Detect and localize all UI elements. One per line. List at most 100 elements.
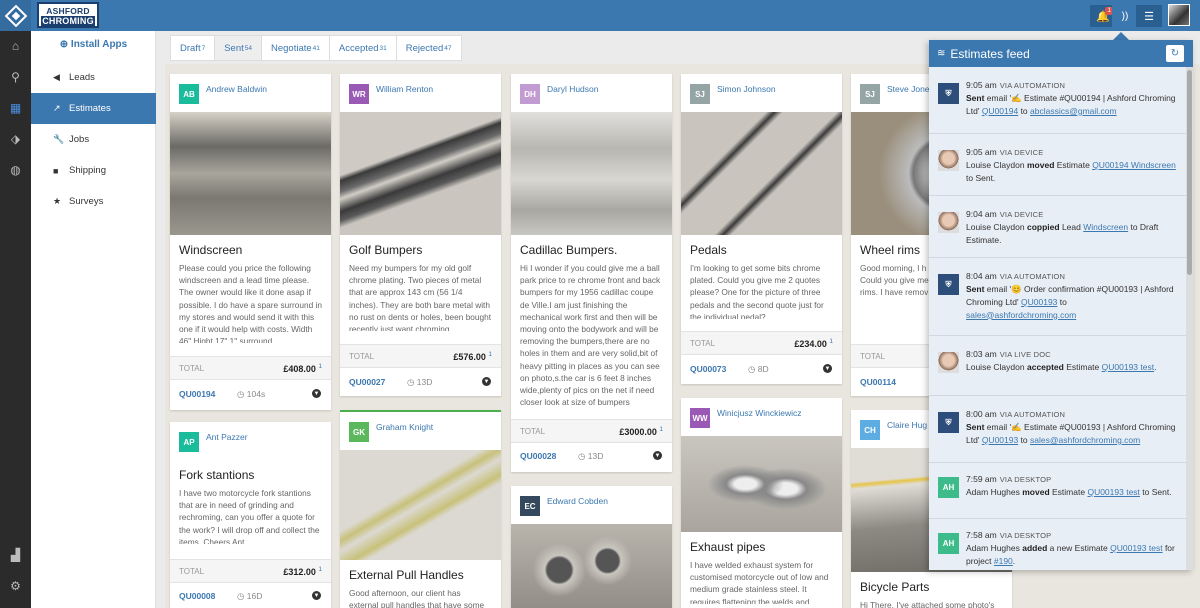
- install-apps-link[interactable]: ⊕ Install Apps: [31, 39, 156, 50]
- sidebar-item-label: Surveys: [69, 196, 104, 207]
- entry-link[interactable]: QU00193 test: [1110, 543, 1162, 553]
- via-label: VIA LIVE DOC: [999, 350, 1051, 359]
- user-avatar: AH: [938, 477, 959, 498]
- customer-name[interactable]: Ant Pazzer: [206, 432, 248, 442]
- time-value: 8:03 am: [966, 349, 997, 359]
- card-title: Exhaust pipes: [690, 540, 766, 554]
- tab-rejected[interactable]: Rejected 47: [396, 35, 462, 61]
- time-value: 8:00 am: [966, 409, 997, 419]
- estimate-card[interactable]: WR William Renton Golf Bumpers Need my b…: [340, 74, 501, 396]
- quote-ref-link[interactable]: QU00073: [690, 364, 748, 374]
- feed-scrollbar-thumb[interactable]: [1187, 70, 1192, 275]
- quote-ref-link[interactable]: QU00028: [520, 451, 578, 461]
- chevron-down-icon[interactable]: ▼: [823, 364, 832, 373]
- home-icon[interactable]: ⌂: [0, 31, 31, 61]
- card-photo: [511, 524, 672, 608]
- card-description: I'm looking to get some bits chrome plat…: [690, 263, 824, 319]
- sidebar-item-leads[interactable]: ◀ Leads: [31, 62, 156, 93]
- tags-icon[interactable]: ⬗: [0, 124, 31, 154]
- via-label: VIA DESKTOP: [999, 475, 1052, 484]
- customer-name[interactable]: Graham Knight: [376, 422, 433, 432]
- customer-name[interactable]: Daryl Hudson: [547, 84, 599, 94]
- customer-name[interactable]: Andrew Baldwin: [206, 84, 267, 94]
- entry-actor: Adam Hughes: [966, 543, 1020, 553]
- customer-name[interactable]: Winicjusz Winckiewicz: [717, 408, 802, 418]
- entry-link[interactable]: QU00194 Windscreen: [1092, 160, 1176, 170]
- truck-icon: ■: [53, 165, 59, 176]
- menu-button[interactable]: ☰: [1136, 5, 1162, 27]
- estimate-card[interactable]: WW Winicjusz Winckiewicz Exhaust pipes I…: [681, 398, 842, 608]
- chevron-down-icon[interactable]: ▼: [482, 377, 491, 386]
- quote-ref-link[interactable]: QU00114: [860, 377, 918, 387]
- card-photo: [340, 450, 501, 560]
- entry-link[interactable]: QU00194: [982, 106, 1018, 116]
- entry-verb: moved: [1026, 160, 1055, 170]
- customer-name[interactable]: Steve Jone: [887, 84, 930, 94]
- sidebar-item-jobs[interactable]: 🔧 Jobs: [31, 124, 156, 155]
- tab-sent[interactable]: Sent 54: [215, 35, 262, 61]
- tab-accepted[interactable]: Accepted 31: [329, 35, 397, 61]
- brand-logo[interactable]: ASHFORD CHROMING: [37, 2, 99, 28]
- estimate-card[interactable]: GK Graham Knight External Pull Handles G…: [340, 410, 501, 608]
- search-icon[interactable]: ⚲: [0, 62, 31, 92]
- card-age: ◷ 104s: [237, 389, 265, 400]
- sidebar-item-shipping[interactable]: ■ Shipping: [31, 155, 156, 186]
- entry-verb: accepted: [1026, 362, 1064, 372]
- card-footer: QU00028 ◷ 13D ▼: [511, 444, 672, 468]
- user-avatar[interactable]: [1168, 4, 1190, 26]
- tab-negotiate[interactable]: Negotiate 41: [262, 35, 330, 61]
- total-label: TOTAL: [349, 351, 375, 361]
- entry-time: 9:04 am VIA DEVICE: [966, 209, 1043, 219]
- customer-name[interactable]: William Renton: [376, 84, 433, 94]
- feed-header: ≋ Estimates feed: [929, 40, 1193, 67]
- entry-link[interactable]: QU00193: [982, 435, 1018, 445]
- estimate-card[interactable]: AP Ant Pazzer Fork stantions I have two …: [170, 422, 331, 608]
- entry-link[interactable]: sales@ashfordchroming.com: [1030, 435, 1140, 445]
- grid-icon[interactable]: ▦: [0, 93, 31, 123]
- stats-icon[interactable]: ▟: [0, 540, 31, 570]
- via-label: VIA AUTOMATION: [999, 272, 1066, 281]
- globe-icon[interactable]: ◍: [0, 155, 31, 185]
- refresh-button[interactable]: ↻: [1166, 45, 1184, 62]
- chevron-down-icon[interactable]: ▼: [653, 451, 662, 460]
- estimate-card[interactable]: EC Edward Cobden: [511, 486, 672, 608]
- card-description: Good afternoon, our client has external …: [349, 588, 485, 608]
- card-description: I have welded exhaust system for customi…: [690, 560, 829, 604]
- via-label: VIA DEVICE: [999, 148, 1044, 157]
- customer-name[interactable]: Claire Hug: [887, 420, 927, 430]
- chevron-down-icon[interactable]: ▼: [312, 591, 321, 600]
- feed-button[interactable]: )): [1112, 5, 1138, 27]
- wrench-icon: 🔧: [53, 134, 65, 144]
- tab-draft[interactable]: Draft 7: [170, 35, 216, 61]
- customer-avatar: AP: [179, 432, 199, 452]
- settings-gear-icon[interactable]: ⚙: [0, 571, 31, 601]
- entry-link[interactable]: abclassics@gmail.com: [1030, 106, 1117, 116]
- estimate-card[interactable]: SJ Simon Johnson Pedals I'm looking to g…: [681, 74, 842, 384]
- shield-icon: ⛨: [945, 417, 952, 427]
- entry-link[interactable]: QU00193 test: [1102, 362, 1154, 372]
- entry-link[interactable]: QU00193 test: [1087, 487, 1139, 497]
- quote-ref-link[interactable]: QU00194: [179, 389, 237, 399]
- clock-icon: ◷: [407, 376, 417, 387]
- card-title: Bicycle Parts: [860, 580, 930, 594]
- estimate-card[interactable]: DH Daryl Hudson Cadillac Bumpers. Hi I w…: [511, 74, 672, 472]
- clock-icon: ◷: [578, 450, 588, 461]
- customer-name[interactable]: Edward Cobden: [547, 496, 608, 506]
- quote-ref-link[interactable]: QU00027: [349, 377, 407, 387]
- customer-name[interactable]: Simon Johnson: [717, 84, 776, 94]
- app-logo-icon[interactable]: [0, 0, 31, 31]
- entry-link[interactable]: sales@ashfordchroming.com: [966, 310, 1076, 320]
- age-value: 8D: [757, 363, 769, 374]
- chevron-down-icon[interactable]: ▼: [312, 389, 321, 398]
- quote-ref-link[interactable]: QU00008: [179, 591, 237, 601]
- sidebar-item-surveys[interactable]: ★ Surveys: [31, 186, 156, 217]
- entry-time: 7:58 am VIA DESKTOP: [966, 530, 1051, 540]
- tab-label: Accepted: [338, 42, 379, 54]
- estimate-card[interactable]: AB Andrew Baldwin Windscreen Please coul…: [170, 74, 331, 410]
- sidebar-item-estimates[interactable]: ↗ Estimates: [31, 93, 156, 124]
- card-age: ◷ 13D: [407, 377, 432, 388]
- entry-link[interactable]: Windscreen: [1083, 222, 1128, 232]
- entry-link[interactable]: #190: [994, 556, 1013, 566]
- sidebar: ⊕ Install Apps ◀ Leads ↗ Estimates 🔧 Jobs ■…: [31, 31, 156, 608]
- entry-link[interactable]: QU00193: [1021, 297, 1057, 307]
